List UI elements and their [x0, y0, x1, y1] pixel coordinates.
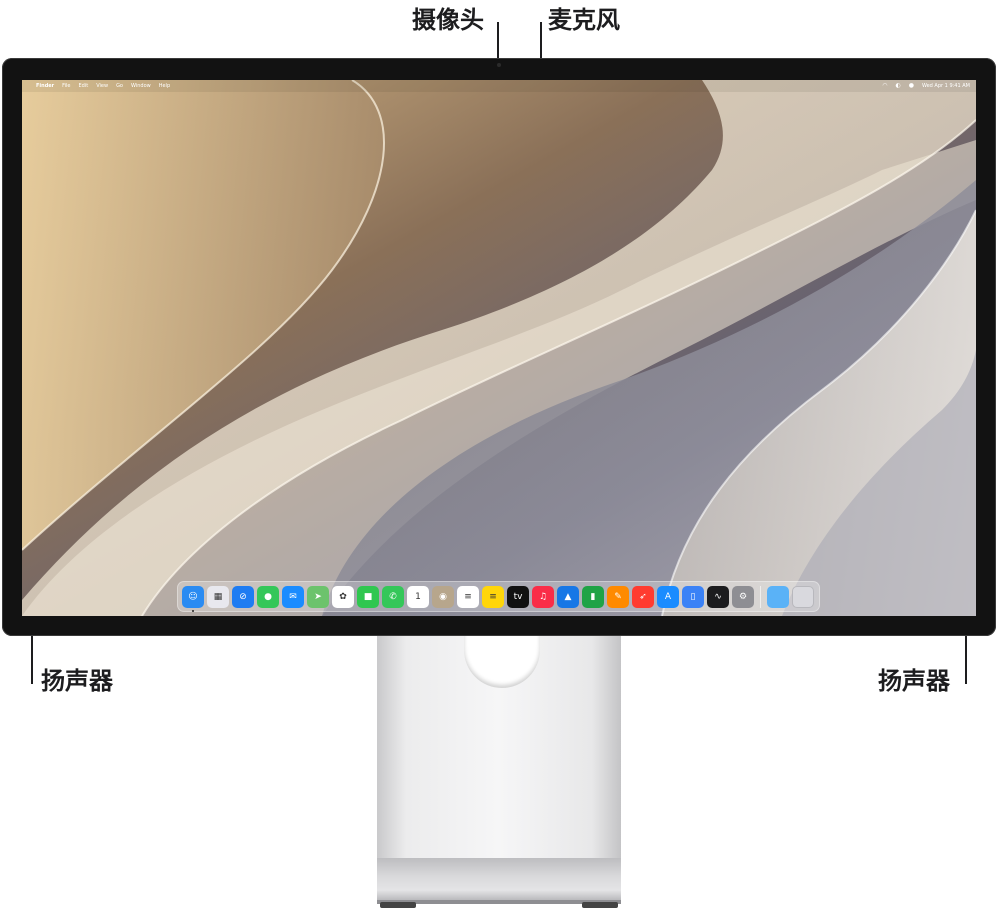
activity-monitor-icon[interactable]: ∿: [707, 585, 729, 608]
menu-item-file[interactable]: File: [62, 83, 70, 89]
settings-icon-glyph: ⚙: [738, 591, 748, 602]
rocket-icon[interactable]: ➶: [632, 585, 654, 608]
photos-icon-glyph: ✿: [339, 591, 347, 602]
pages-icon[interactable]: ✎: [607, 585, 629, 608]
finder-icon-glyph: ☺: [188, 591, 198, 602]
reminders-icon-glyph: ≡: [464, 591, 472, 602]
camera-leader-line: [497, 22, 499, 59]
menu-bar: Finder File Edit View Go Window Help ◠ ◐…: [22, 80, 976, 92]
messages-icon[interactable]: ●: [257, 585, 279, 608]
settings-icon[interactable]: ⚙: [732, 585, 754, 608]
numbers-icon[interactable]: ▮: [582, 585, 604, 608]
safari-icon-glyph: ⊘: [239, 591, 247, 602]
dock-separator: [760, 585, 761, 608]
finder-icon[interactable]: ☺: [182, 585, 204, 612]
menu-item-window[interactable]: Window: [131, 83, 151, 89]
tv-icon-glyph: tv: [513, 591, 523, 602]
music-icon[interactable]: ♫: [532, 585, 554, 608]
dock: ☺ ▦ ⊘ ● ✉ ➤ ✿ ■ ✆ 1 ◉ ≡ ≡ tv ♫ ▲ ▮ ✎ ➶ A ▯ ∿ ⚙: [177, 581, 820, 612]
stand-foot-right: [582, 902, 618, 908]
safari-icon[interactable]: ⊘: [232, 585, 254, 608]
messages-icon-glyph: ●: [264, 591, 272, 602]
photos-icon[interactable]: ✿: [332, 585, 354, 608]
stand-base: [377, 858, 621, 904]
contacts-icon[interactable]: ◉: [432, 585, 454, 608]
right-speaker-callout-label: 扬声器: [878, 667, 950, 695]
iphone-mirroring-icon[interactable]: ▯: [682, 585, 704, 608]
facetime-icon-glyph: ■: [363, 591, 373, 602]
keynote-icon-glyph: ▲: [564, 591, 572, 602]
keynote-icon[interactable]: ▲: [557, 585, 579, 608]
launchpad-icon[interactable]: ▦: [207, 585, 229, 608]
trash-icon[interactable]: [792, 585, 814, 608]
maps-icon-glyph: ➤: [314, 591, 322, 602]
mail-icon[interactable]: ✉: [282, 585, 304, 608]
left-speaker-callout-label: 扬声器: [41, 667, 113, 695]
maps-icon[interactable]: ➤: [307, 585, 329, 608]
rocket-icon-glyph: ➶: [639, 591, 647, 602]
calendar-icon-glyph: 1: [415, 591, 421, 602]
music-icon-glyph: ♫: [538, 591, 548, 602]
wifi-icon[interactable]: ◠: [882, 83, 887, 89]
microphone-leader-line: [540, 22, 542, 59]
menu-item-view[interactable]: View: [96, 83, 108, 89]
desktop-screen: Finder File Edit View Go Window Help ◠ ◐…: [22, 80, 976, 616]
calendar-icon[interactable]: 1: [407, 585, 429, 608]
app-store-icon-glyph: A: [664, 591, 672, 602]
facetime-icon[interactable]: ■: [357, 585, 379, 608]
notes-icon-glyph: ≡: [489, 591, 497, 602]
iphone-mirroring-icon-glyph: ▯: [690, 591, 696, 602]
control-center-icon[interactable]: ◐: [895, 83, 900, 89]
notes-icon[interactable]: ≡: [482, 585, 504, 608]
app-store-icon[interactable]: A: [657, 585, 679, 608]
reminders-icon[interactable]: ≡: [457, 585, 479, 608]
menu-bar-clock[interactable]: Wed Apr 1 9:41 AM: [922, 83, 970, 89]
launchpad-icon-glyph: ▦: [213, 591, 223, 602]
tv-icon[interactable]: tv: [507, 585, 529, 608]
menu-item-help[interactable]: Help: [159, 83, 170, 89]
menu-item-go[interactable]: Go: [116, 83, 123, 89]
mail-icon-glyph: ✉: [289, 591, 297, 602]
pages-icon-glyph: ✎: [614, 591, 622, 602]
left-speaker-leader-line: [31, 636, 33, 684]
activity-monitor-icon-glyph: ∿: [714, 591, 722, 602]
menu-item-finder[interactable]: Finder: [36, 83, 54, 89]
contacts-icon-glyph: ◉: [439, 591, 447, 602]
phone-icon-glyph: ✆: [389, 591, 397, 602]
siri-icon[interactable]: ●: [909, 83, 914, 89]
desktop-wallpaper: [22, 80, 976, 616]
menu-item-edit[interactable]: Edit: [79, 83, 89, 89]
camera-callout-label: 摄像头: [412, 6, 484, 34]
numbers-icon-glyph: ▮: [590, 591, 596, 602]
camera-lens: [497, 63, 501, 67]
right-speaker-leader-line: [965, 636, 967, 684]
microphone-callout-label: 麦克风: [548, 6, 620, 34]
stand-foot-left: [380, 902, 416, 908]
folder-icon[interactable]: [767, 585, 789, 608]
phone-icon[interactable]: ✆: [382, 585, 404, 608]
running-indicator: [192, 609, 194, 612]
